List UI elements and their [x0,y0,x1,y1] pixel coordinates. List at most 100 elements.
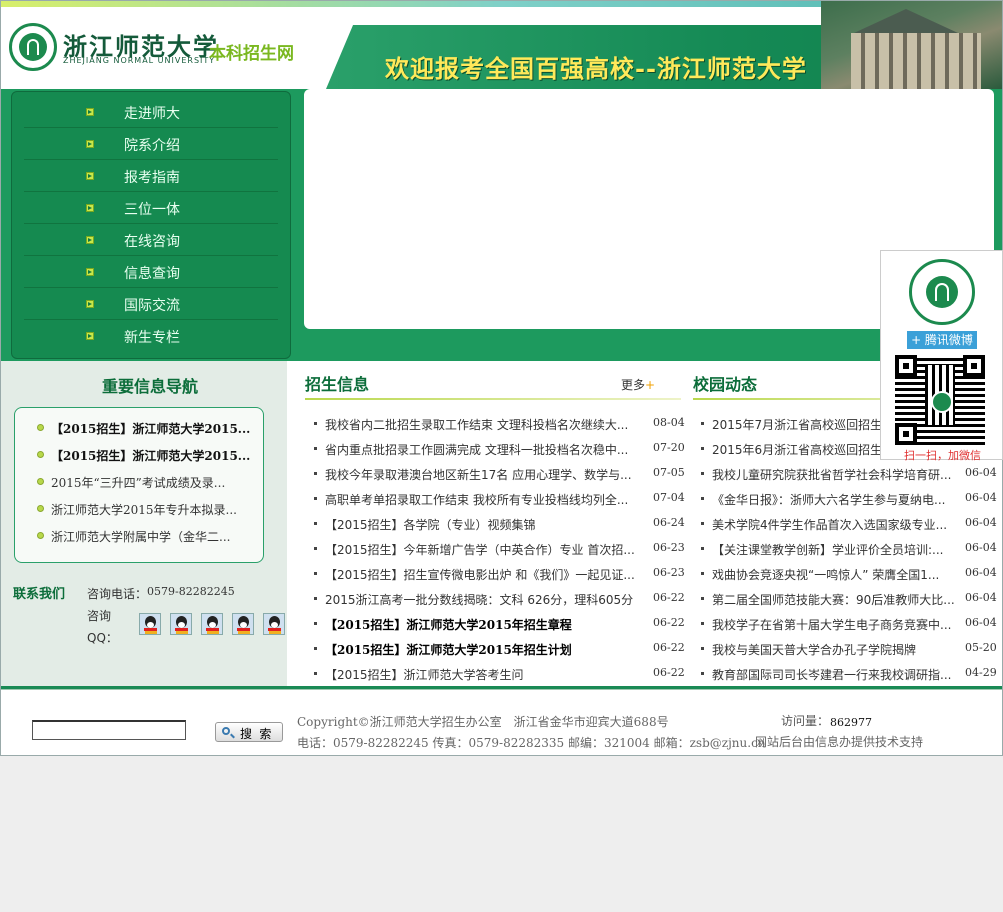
copyright: Copyright©浙江师范大学招生办公室 浙江省金华市迎宾大道688号 [297,715,669,729]
qr-logo-icon [931,391,953,413]
arrow-bullet-icon [86,268,94,276]
important-nav-item[interactable]: 【2015招生】浙江师范大学2015... [37,447,252,465]
important-nav-item[interactable]: 浙江师范大学2015年专升本拟录... [37,501,252,519]
news-item[interactable]: 【2015招生】浙江师范大学2015年招生章程 06-22 [314,613,685,637]
visits-label: 访问量： [781,714,830,728]
news-date: 06-04 [965,541,997,554]
news-item[interactable]: 美术学院4件学生作品首次入选国家级专业... 06-04 [701,513,997,537]
news-item[interactable]: 《金华日报》：浙师大六名学生参与夏纳电... 06-04 [701,488,997,512]
arrow-bullet-icon [86,236,94,244]
square-bullet-icon [701,547,704,550]
bullet-icon [37,478,44,485]
nav-item-freshmen[interactable]: 新生专栏 [24,320,278,351]
nav-item-zoujinshida[interactable]: 走进师大 [24,96,278,128]
news-item[interactable]: 【2015招生】各学院（专业）视频集锦 06-24 [314,513,685,537]
qq-penguin-icon[interactable] [139,613,161,635]
news-item[interactable]: 戏曲协会竞逐央视“一鸣惊人” 荣膺全国1... 06-04 [701,563,997,587]
news-item[interactable]: 【2015招生】今年新增广告学（中英合作）专业 首次招... 06-23 [314,538,685,562]
news-item[interactable]: 教育部国际司司长岑建君一行来我校调研指... 04-29 [701,663,997,687]
news-item[interactable]: 【关注课堂教学创新】学业评价全员培训:... 06-04 [701,538,997,562]
news-date: 06-04 [965,591,997,604]
news-item[interactable]: 第二届全国师范技能大赛：90后准教师大比... 06-04 [701,588,997,612]
school-logo-icon[interactable] [9,23,57,71]
news-item[interactable]: 我校儿童研究院获批省哲学社会科学培育研... 06-04 [701,463,997,487]
qq-penguin-icon[interactable] [170,613,192,635]
search-input[interactable] [32,720,186,740]
news-item[interactable]: 我校今年录取港澳台地区新生17名 应用心理学、数学与... 07-05 [314,463,685,487]
news-date: 05-20 [965,641,997,654]
bullet-icon [37,505,44,512]
news-date: 07-05 [653,466,685,479]
news-title: 【2015招生】招生宣传微电影出炉 和《我们》一起见证... [325,568,635,582]
square-bullet-icon [701,597,704,600]
wechat-qr-code [895,355,985,445]
square-bullet-icon [701,622,704,625]
news-item[interactable]: 我校与美国天普大学合办孔子学院揭牌 05-20 [701,638,997,662]
nav-item-online-consult[interactable]: 在线咨询 [24,224,278,256]
news-item[interactable]: 【2015招生】招生宣传微电影出炉 和《我们》一起见证... 06-23 [314,563,685,587]
news-date: 06-04 [965,466,997,479]
square-bullet-icon [701,422,704,425]
qq-penguin-icon[interactable] [263,613,285,635]
news-date: 06-04 [965,491,997,504]
news-item[interactable]: 2015浙江高考一批分数线揭晓：文科 626分，理科605分 06-22 [314,588,685,612]
news-title: 《金华日报》：浙师大六名学生参与夏纳电... [712,493,946,507]
important-nav-item[interactable]: 2015年“三升四”考试成绩及录... [37,474,252,492]
news-title: 我校与美国天普大学合办孔子学院揭牌 [712,643,917,657]
nav-item-baokao[interactable]: 报考指南 [24,160,278,192]
bullet-icon [37,424,44,431]
qq-label: 咨询QQ： [87,609,118,645]
nav-item-sanweiyiti[interactable]: 三位一体 [24,192,278,224]
nav-item-yuanxi[interactable]: 院系介绍 [24,128,278,160]
important-nav-item[interactable]: 浙江师范大学附属中学（金华二... [37,528,252,546]
square-bullet-icon [314,622,317,625]
important-nav-box: 【2015招生】浙江师范大学2015... 【2015招生】浙江师范大学2015… [14,407,264,563]
arrow-bullet-icon [86,300,94,308]
page: 浙江师范大学 ZHEJIANG NORMAL UNIVERSITY 本科招生网 … [0,0,1003,756]
square-bullet-icon [314,672,317,675]
contact-title: 联系我们 [13,587,66,602]
news-title: 我校省内二批招生录取工作结束 文理科投档名次继续大... [325,418,629,432]
news-title: 戏曲协会竞逐央视“一鸣惊人” 荣膺全国1... [712,568,940,582]
more-link[interactable]: 更多+ [621,376,655,393]
left-panel: 重要信息导航 【2015招生】浙江师范大学2015... 【2015招生】浙江师… [1,361,287,687]
important-nav-item[interactable]: 【2015招生】浙江师范大学2015... [37,420,252,438]
nav-item-label: 信息查询 [124,266,180,282]
square-bullet-icon [314,422,317,425]
qq-penguin-icon[interactable] [232,613,254,635]
news-title: 第二届全国师范技能大赛：90后准教师大比... [712,593,955,607]
news-title: 省内重点批招录工作圆满完成 文理科一批投档名次稳中... [325,443,629,457]
footer-divider-thin [1,689,1002,690]
news-item[interactable]: 【2015招生】浙江师范大学答考生问 06-22 [314,663,685,687]
arrow-bullet-icon [86,204,94,212]
news-title: 【2015招生】浙江师范大学答考生问 [325,668,524,682]
bullet-icon [37,451,44,458]
tencent-weibo-button[interactable]: + 腾讯微博 [907,331,977,349]
news-item[interactable]: 我校学子在省第十届大学生电子商务竞赛中... 06-04 [701,613,997,637]
bullet-icon [37,532,44,539]
arrow-bullet-icon [86,332,94,340]
qq-penguin-icon[interactable] [201,613,223,635]
news-date: 06-04 [965,516,997,529]
nav-item-international[interactable]: 国际交流 [24,288,278,320]
news-title: 【关注课堂教学创新】学业评价全员培训:... [712,543,944,557]
news-title: 教育部国际司司长岑建君一行来我校调研指... [712,668,952,682]
news-item[interactable]: 省内重点批招录工作圆满完成 文理科一批投档名次稳中... 07-20 [314,438,685,462]
campus-title: 校园动态 [693,375,758,394]
news-title: 【2015招生】各学院（专业）视频集锦 [325,518,536,532]
nav-item-info-query[interactable]: 信息查询 [24,256,278,288]
news-date: 06-23 [653,566,685,579]
news-date: 06-22 [653,591,685,604]
square-bullet-icon [701,572,704,575]
campus-building-image [821,1,1002,89]
news-title: 美术学院4件学生作品首次入选国家级专业... [712,518,948,532]
news-item[interactable]: 高职单考单招录取工作结束 我校所有专业投档线均列全... 07-04 [314,488,685,512]
arrow-bullet-icon [86,140,94,148]
header: 浙江师范大学 ZHEJIANG NORMAL UNIVERSITY 本科招生网 … [1,1,1002,89]
news-date: 06-24 [653,516,685,529]
tel-label: 咨询电话： [87,587,148,601]
news-item[interactable]: 【2015招生】浙江师范大学2015年招生计划 06-22 [314,638,685,662]
important-nav-title: 重要信息导航 [101,377,198,396]
search-button[interactable]: 搜 索 [215,722,283,742]
news-item[interactable]: 我校省内二批招生录取工作结束 文理科投档名次继续大... 08-04 [314,413,685,437]
